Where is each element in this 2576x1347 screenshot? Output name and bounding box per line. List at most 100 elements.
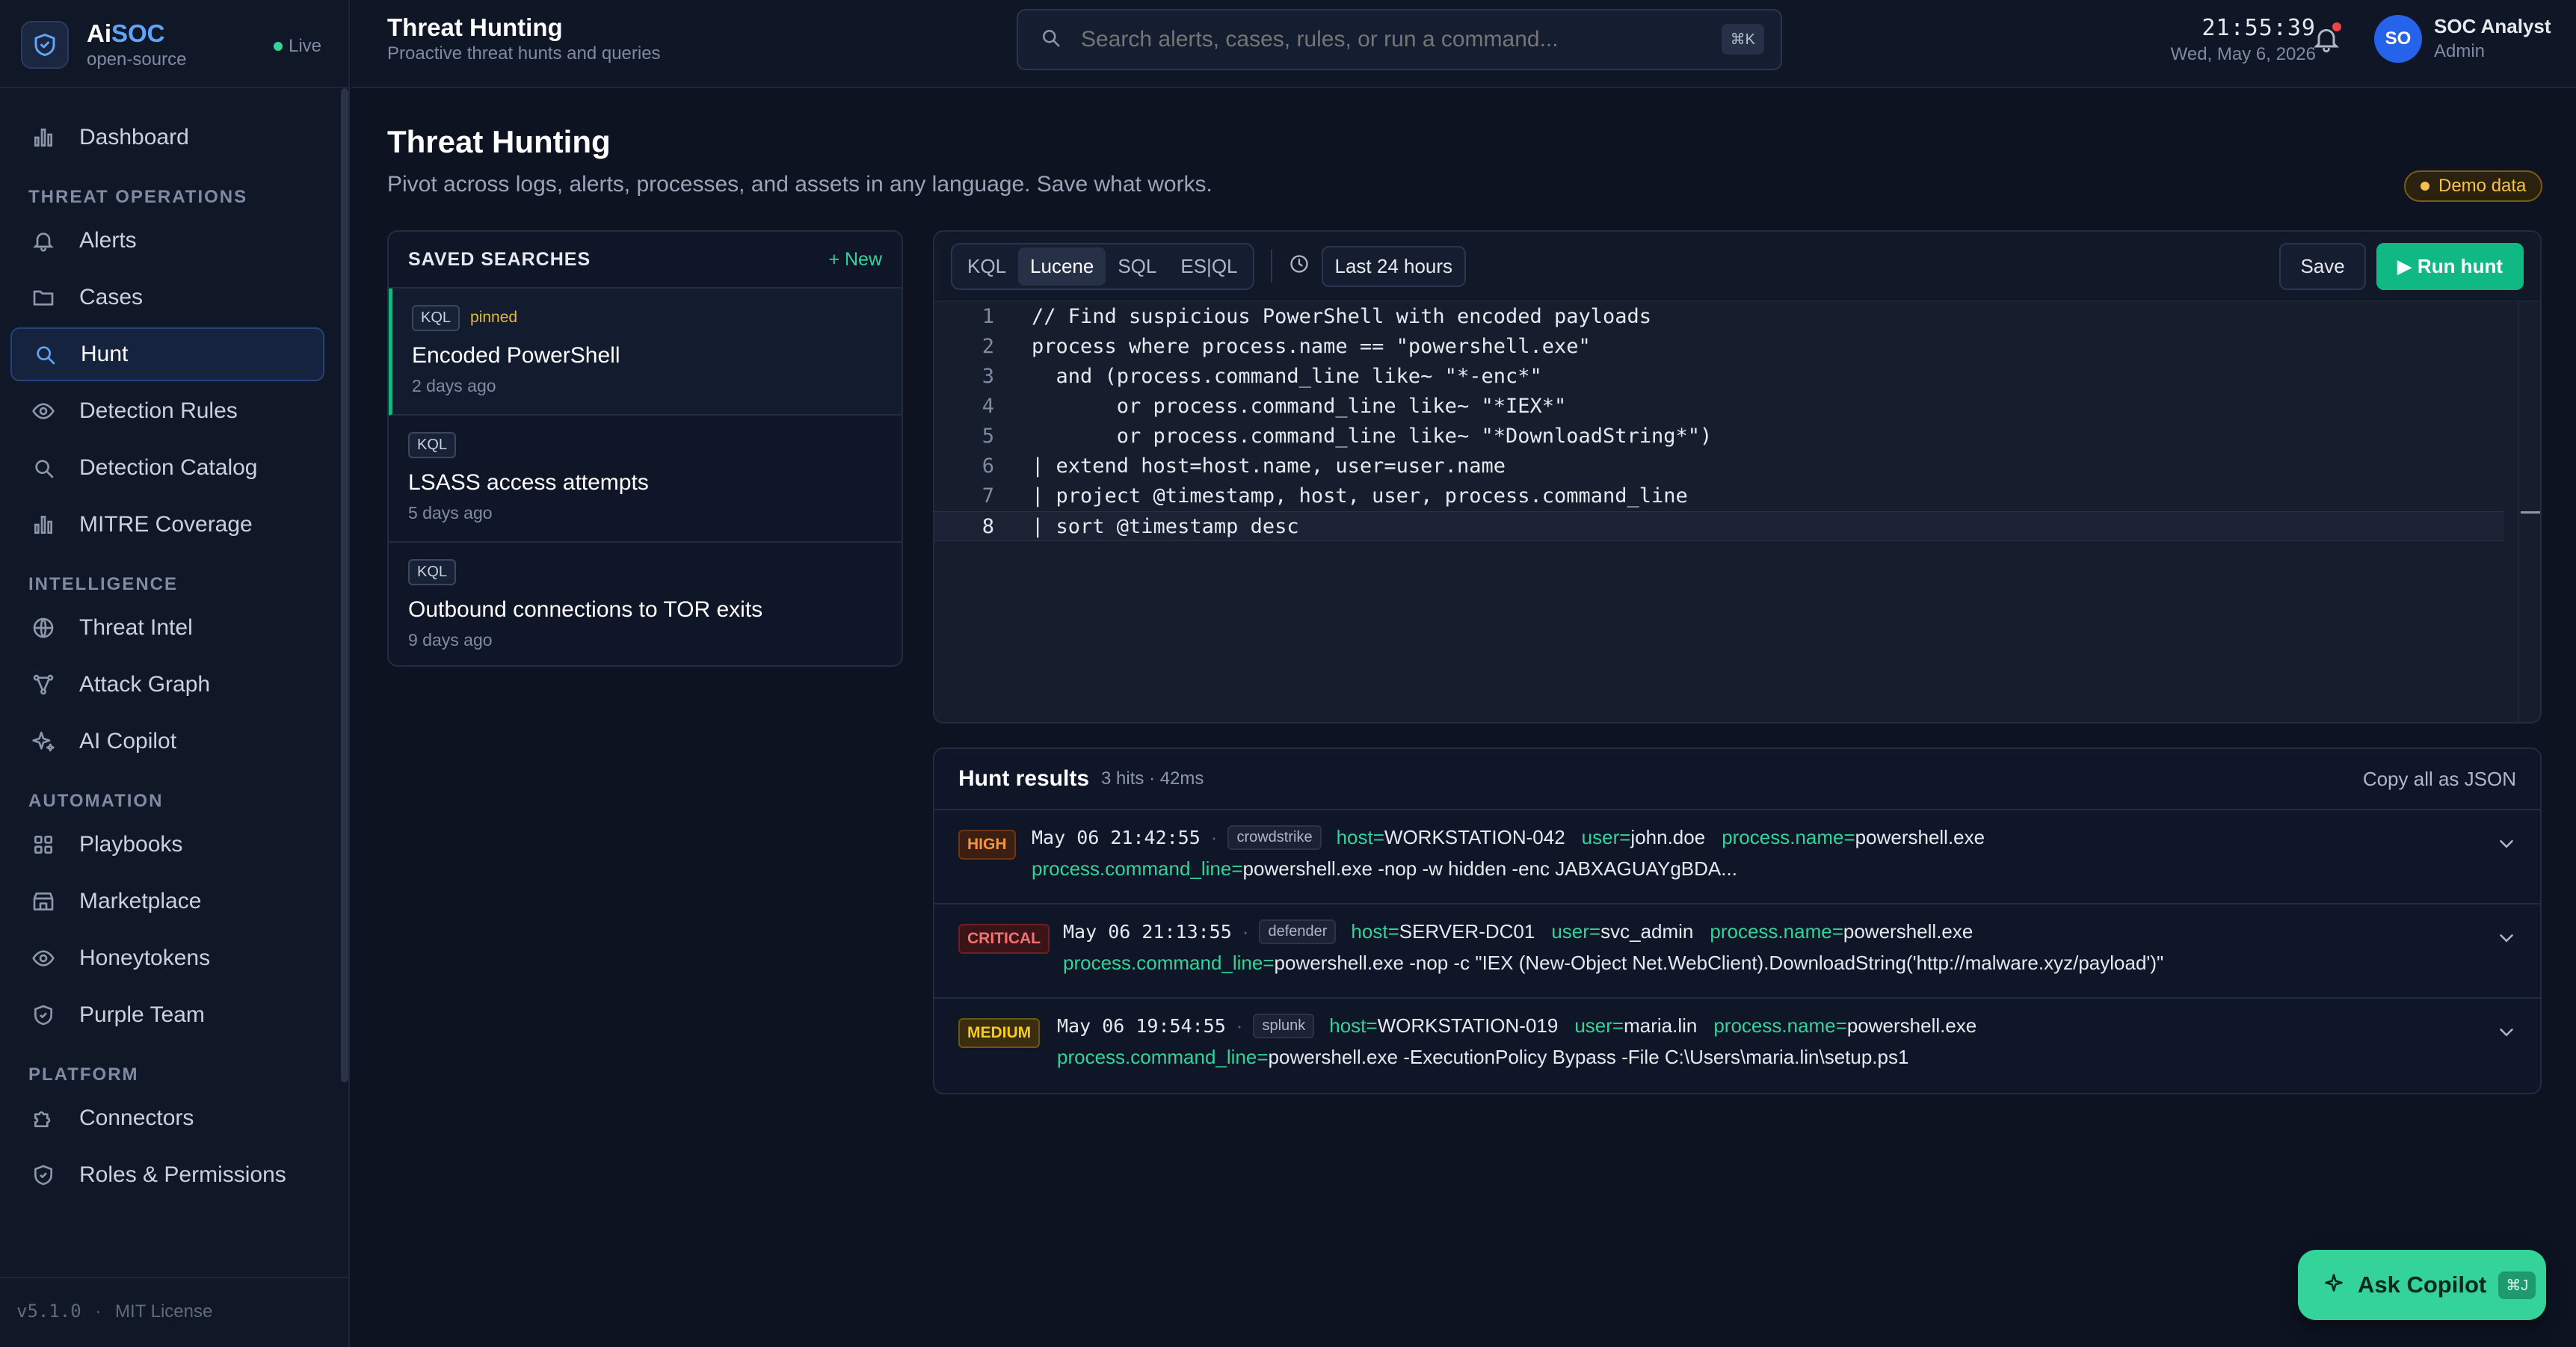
sidebar-item-roles-permissions[interactable]: Roles & Permissions — [10, 1148, 324, 1202]
chevron-down-icon[interactable] — [2495, 833, 2518, 860]
toolbar-divider — [1270, 250, 1272, 283]
tab-lucene[interactable]: Lucene — [1018, 247, 1106, 286]
sidebar-item-cases[interactable]: Cases — [10, 271, 324, 324]
result-row[interactable]: MEDIUM May 06 19:54:55 · splunk host= WOR… — [934, 999, 2540, 1093]
copy-json-button[interactable]: Copy all as JSON — [2363, 768, 2516, 791]
search-input[interactable] — [1081, 27, 1724, 52]
tab-kql[interactable]: KQL — [955, 247, 1018, 286]
sidebar-item-dashboard[interactable]: Dashboard — [10, 111, 324, 164]
sidebar-item-label: MITRE Coverage — [79, 512, 253, 537]
graph-icon — [28, 670, 58, 700]
hunt-results-panel: Hunt results 3 hits · 42ms Copy all as J… — [933, 748, 2542, 1094]
saved-search-item[interactable]: KQL Outbound connections to TOR exits 9 … — [389, 543, 902, 665]
result-row[interactable]: HIGH May 06 21:42:55 · crowdstrike host=… — [934, 810, 2540, 904]
sidebar-nav: Dashboard THREAT OPERATIONS Alerts Cases… — [10, 111, 324, 1205]
field-value: powershell.exe -ExecutionPolicy Bypass -… — [1268, 1046, 1909, 1068]
code-line: 1 // Find suspicious PowerShell with enco… — [934, 302, 2504, 332]
search-icon — [1039, 26, 1061, 54]
top-header: Threat Hunting Proactive threat hunts an… — [351, 0, 2576, 88]
tab-sql[interactable]: SQL — [1106, 247, 1168, 286]
field-key: host= — [1351, 920, 1399, 943]
tab-esql[interactable]: ES|QL — [1168, 247, 1249, 286]
avatar[interactable]: SO — [2374, 15, 2422, 63]
field-value: WORKSTATION-019 — [1377, 1014, 1559, 1037]
field-key: process.name= — [1722, 826, 1855, 848]
result-timestamp: May 06 19:54:55 — [1057, 1015, 1226, 1037]
language-tag: KQL — [408, 559, 457, 585]
line-number: 5 — [982, 425, 994, 448]
field-key: user= — [1581, 826, 1631, 848]
sidebar-item-attack-graph[interactable]: Attack Graph — [10, 658, 324, 712]
section-platform: PLATFORM — [28, 1064, 139, 1085]
field-key: process.command_line= — [1063, 952, 1275, 974]
globe-icon — [28, 613, 58, 643]
sidebar-item-detection-rules[interactable]: Detection Rules — [10, 384, 324, 438]
saved-search-age: 9 days ago — [408, 630, 493, 650]
sidebar-item-connectors[interactable]: Connectors — [10, 1091, 324, 1145]
sidebar-item-alerts[interactable]: Alerts — [10, 214, 324, 268]
field-key: host= — [1336, 826, 1384, 848]
sidebar-footer-divider — [0, 1277, 350, 1278]
sidebar: AiSOC open-source Live Dashboard THREAT … — [0, 0, 350, 1347]
brand-name: AiSOC — [87, 19, 165, 47]
new-search-button[interactable]: + New — [828, 249, 882, 271]
sidebar-scrollbar[interactable] — [341, 88, 348, 1082]
code-line: 7 | project @timestamp, host, user, proce… — [934, 481, 2504, 511]
user-menu[interactable]: SOC Analyst Admin — [2434, 15, 2551, 62]
clock-time: 21:55:39 — [2201, 15, 2316, 41]
line-number: 1 — [982, 305, 994, 328]
code-area[interactable]: 1 // Find suspicious PowerShell with enco… — [934, 302, 2504, 722]
notifications-button[interactable] — [2311, 22, 2341, 55]
field-value: WORKSTATION-042 — [1384, 826, 1565, 848]
severity-badge: MEDIUM — [958, 1018, 1041, 1048]
time-range-picker[interactable]: Last 24 hours — [1289, 245, 1467, 287]
result-row[interactable]: CRITICAL May 06 21:13:55 · defender host… — [934, 904, 2540, 999]
footer-separator: · — [95, 1301, 102, 1322]
brand[interactable]: AiSOC open-source Live — [21, 13, 335, 76]
time-range-value[interactable]: Last 24 hours — [1321, 245, 1467, 287]
sidebar-item-detection-catalog[interactable]: Detection Catalog — [10, 441, 324, 495]
line-number: 7 — [982, 484, 994, 508]
shield-logo-icon — [21, 21, 69, 69]
sparkles-icon — [28, 727, 58, 756]
sidebar-item-threat-intel[interactable]: Threat Intel — [10, 601, 324, 655]
sidebar-item-purple-team[interactable]: Purple Team — [10, 988, 324, 1042]
saved-search-item[interactable]: KQL LSASS access attempts 5 days ago — [389, 416, 902, 543]
line-number: 8 — [982, 515, 994, 538]
sidebar-item-ai-copilot[interactable]: AI Copilot — [10, 715, 324, 768]
pinned-label: pinned — [470, 309, 518, 326]
ask-copilot-button[interactable]: Ask Copilot ⌘J — [2298, 1250, 2546, 1320]
sidebar-item-label: Detection Catalog — [79, 455, 258, 480]
field-key: user= — [1574, 1014, 1624, 1037]
chevron-down-icon[interactable] — [2495, 927, 2518, 955]
save-button[interactable]: Save — [2279, 242, 2366, 290]
user-name: SOC Analyst — [2434, 15, 2551, 37]
code-line: 5 or process.command_line like~ "*Downlo… — [934, 422, 2504, 451]
clock-icon — [1289, 253, 1310, 280]
copilot-shortcut: ⌘J — [2498, 1271, 2536, 1299]
saved-searches-header: SAVED SEARCHES + New — [389, 232, 902, 289]
shield-icon — [28, 1160, 58, 1190]
run-hunt-button[interactable]: ▶ Run hunt — [2376, 242, 2524, 290]
editor-actions: Save ▶ Run hunt — [2279, 242, 2524, 290]
separator: · — [1236, 1014, 1243, 1037]
field-key: process.command_line= — [1057, 1046, 1269, 1068]
chevron-down-icon[interactable] — [2495, 1021, 2518, 1049]
field-key: process.name= — [1713, 1014, 1847, 1037]
language-tag: KQL — [412, 305, 460, 331]
saved-search-age: 2 days ago — [412, 376, 496, 395]
saved-searches-title: SAVED SEARCHES — [408, 248, 591, 270]
sidebar-item-label: Honeytokens — [79, 946, 211, 970]
sidebar-item-label: Playbooks — [79, 832, 183, 857]
global-search[interactable]: ⌘K — [1017, 9, 1782, 70]
code-line: 2 process where process.name == "powershe… — [934, 332, 2504, 362]
sidebar-item-hunt[interactable]: Hunt — [10, 327, 324, 381]
sidebar-item-marketplace[interactable]: Marketplace — [10, 875, 324, 928]
sidebar-item-playbooks[interactable]: Playbooks — [10, 818, 324, 872]
sidebar-item-mitre-coverage[interactable]: MITRE Coverage — [10, 498, 324, 552]
code-text: // Find suspicious PowerShell with encod… — [1032, 305, 1652, 328]
saved-search-item[interactable]: KQL pinned Encoded PowerShell 2 days ago — [389, 289, 902, 416]
sidebar-item-label: Hunt — [81, 342, 129, 366]
sidebar-item-honeytokens[interactable]: Honeytokens — [10, 931, 324, 985]
store-icon — [28, 887, 58, 916]
